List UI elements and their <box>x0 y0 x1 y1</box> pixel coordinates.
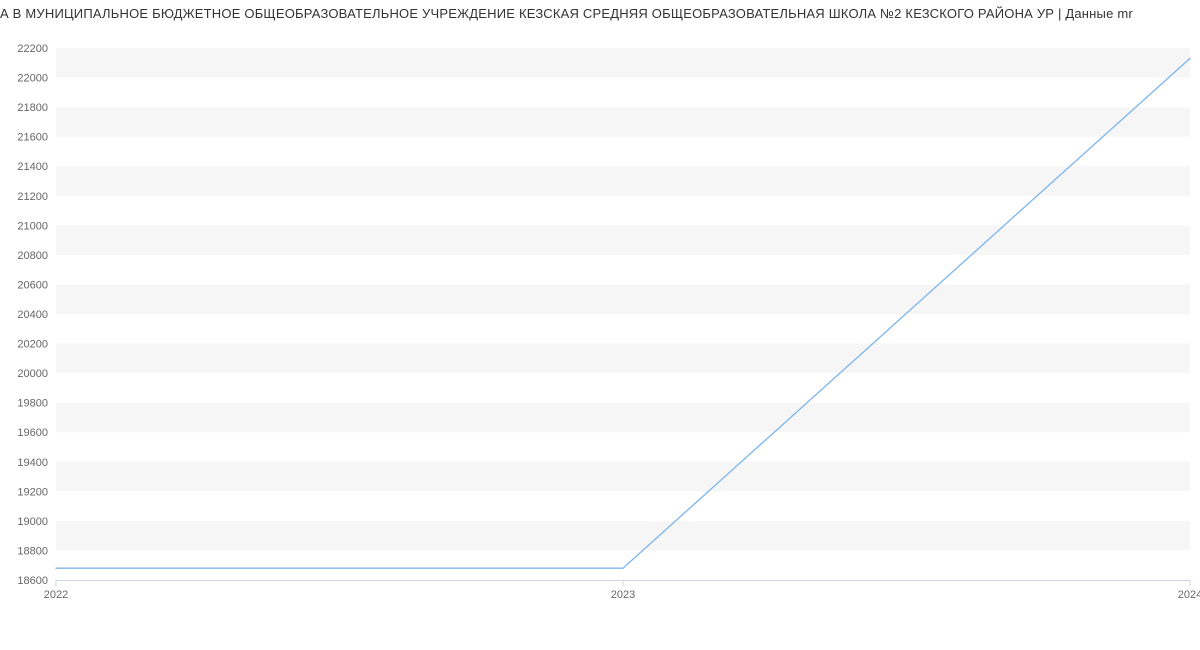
y-tick-label: 20000 <box>17 368 48 380</box>
x-tick-label: 2024 <box>1178 589 1200 601</box>
grid-band <box>56 344 1190 374</box>
y-tick-label: 19000 <box>17 516 48 528</box>
y-tick-label: 21200 <box>17 191 48 203</box>
grid-band <box>56 314 1190 344</box>
grid-band <box>56 432 1190 462</box>
y-tick-label: 19800 <box>17 398 48 410</box>
grid-band <box>56 48 1190 78</box>
y-tick-label: 20400 <box>17 309 48 321</box>
y-tick-label: 22200 <box>17 43 48 55</box>
y-tick-label: 20200 <box>17 339 48 351</box>
grid-band <box>56 78 1190 108</box>
y-tick-label: 19200 <box>17 486 48 498</box>
y-tick-label: 21600 <box>17 132 48 144</box>
grid-band <box>56 107 1190 137</box>
y-tick-label: 21000 <box>17 220 48 232</box>
y-tick-label: 22000 <box>17 73 48 85</box>
x-tick-label: 2022 <box>44 589 68 601</box>
grid-band <box>56 462 1190 492</box>
y-tick-label: 21800 <box>17 102 48 114</box>
y-tick-label: 20800 <box>17 250 48 262</box>
grid-band <box>56 137 1190 167</box>
grid-band <box>56 550 1190 580</box>
grid-band <box>56 255 1190 285</box>
y-tick-label: 19600 <box>17 427 48 439</box>
grid-band <box>56 491 1190 521</box>
grid-band <box>56 225 1190 255</box>
y-tick-label: 20600 <box>17 279 48 291</box>
grid-band <box>56 166 1190 196</box>
chart-svg: 18600 18800 19000 19200 19400 19600 19800 20000… <box>0 0 1200 650</box>
grid-band <box>56 373 1190 403</box>
y-tick-label: 18800 <box>17 545 48 557</box>
grid-band <box>56 284 1190 314</box>
y-tick-label: 19400 <box>17 457 48 469</box>
y-tick-label: 18600 <box>17 575 48 587</box>
grid-band <box>56 403 1190 433</box>
y-tick-label: 21400 <box>17 161 48 173</box>
x-tick-label: 2023 <box>611 589 635 601</box>
chart-container: А В МУНИЦИПАЛЬНОЕ БЮДЖЕТНОЕ ОБЩЕОБРАЗОВА… <box>0 0 1200 650</box>
grid-band <box>56 521 1190 551</box>
